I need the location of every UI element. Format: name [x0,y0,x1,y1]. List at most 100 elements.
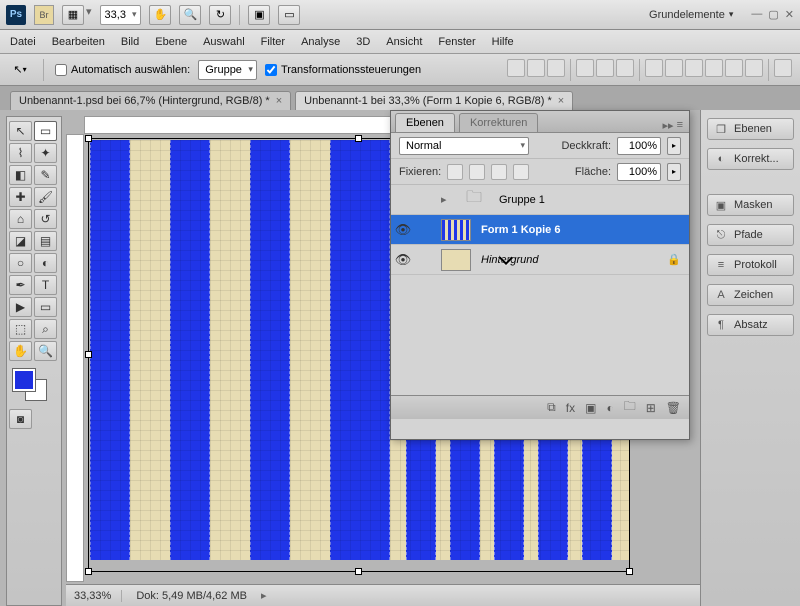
lock-transparency-icon[interactable] [447,164,463,180]
align-top-icon[interactable] [507,59,525,77]
menu-ebene[interactable]: Ebene [155,36,187,48]
tab-ebenen[interactable]: Ebenen [395,113,455,132]
mask-icon[interactable]: ▣ [585,401,596,415]
menu-bild[interactable]: Bild [121,36,139,48]
dock-absatz[interactable]: ¶Absatz [707,314,794,336]
align-right-icon[interactable] [616,59,634,77]
marquee-tool[interactable]: ▭ [34,121,57,141]
lock-position-icon[interactable] [491,164,507,180]
workspace-switcher[interactable]: Grundelemente▾ [649,9,733,21]
eraser-tool[interactable]: ◪ [9,231,32,251]
document-tab-1[interactable]: Unbenannt-1.psd bei 66,7% (Hintergrund, … [10,91,291,110]
type-tool[interactable]: T [34,275,57,295]
dock-ebenen[interactable]: ❐Ebenen [707,118,794,140]
arrange-docs-icon[interactable]: ▣ [248,5,270,25]
zoom-level-select[interactable]: 33,3▾ [100,5,142,25]
align-bottom-icon[interactable] [547,59,565,77]
distribute-right-icon[interactable] [745,59,763,77]
dock-pfade[interactable]: ⎋Pfade [707,224,794,246]
layer-thumbnail[interactable] [441,249,471,271]
close-icon[interactable]: × [276,95,282,107]
move-tool[interactable]: ↖ [9,121,32,141]
tab-korrekturen[interactable]: Korrekturen [459,113,538,132]
hand-tool-icon[interactable]: ✋ [149,5,171,25]
zoom-tool-icon[interactable]: 🔍 [179,5,201,25]
gradient-tool[interactable]: ▤ [34,231,57,251]
eyedropper-tool[interactable]: ✎ [34,165,57,185]
visibility-icon[interactable]: 👁 [391,222,415,238]
hand-tool[interactable]: ✋ [9,341,32,361]
view-extras-icon[interactable]: ▦ [62,5,84,25]
dock-protokoll[interactable]: ≡Protokoll [707,254,794,276]
menu-fenster[interactable]: Fenster [438,36,475,48]
blur-tool[interactable]: ○ [9,253,32,273]
zoom-tool[interactable]: 🔍 [34,341,57,361]
lasso-tool[interactable]: ⌇ [9,143,32,163]
distribute-hcenter-icon[interactable] [725,59,743,77]
distribute-top-icon[interactable] [645,59,663,77]
expand-icon[interactable]: ▸ [441,193,453,206]
menu-bearbeiten[interactable]: Bearbeiten [52,36,105,48]
close-button[interactable]: ✕ [785,8,794,21]
link-layers-icon[interactable]: ⧉ [547,400,556,415]
align-vcenter-icon[interactable] [527,59,545,77]
auto-select-dropdown[interactable]: Gruppe [198,60,257,80]
new-layer-icon[interactable]: ⊞ [646,401,656,415]
layers-panel[interactable]: Ebenen Korrekturen ▸▸≡ Normal Deckkraft:… [390,110,690,440]
brush-tool[interactable]: 🖌 [34,187,57,207]
path-select-tool[interactable]: ▶ [9,297,32,317]
menu-filter[interactable]: Filter [261,36,285,48]
rotate-view-icon[interactable]: ↻ [209,5,231,25]
foreground-color-swatch[interactable] [13,369,35,391]
menu-analyse[interactable]: Analyse [301,36,340,48]
transform-controls-checkbox[interactable]: Transformationssteuerungen [265,64,421,76]
stamp-tool[interactable]: ⌂ [9,209,32,229]
pen-tool[interactable]: ✒ [9,275,32,295]
fill-arrow-icon[interactable]: ▸ [667,163,681,181]
quickmask-tool[interactable]: ◙ [9,409,32,429]
opacity-input[interactable]: 100% [617,137,661,155]
layer-form1kopie6[interactable]: 👁 Form 1 Kopie 6 [391,215,689,245]
menu-3d[interactable]: 3D [356,36,370,48]
layer-group[interactable]: ▸ 🗀 Gruppe 1 [391,185,689,215]
history-brush-tool[interactable]: ↺ [34,209,57,229]
panel-menu-icon[interactable]: ≡ [677,119,683,132]
menu-auswahl[interactable]: Auswahl [203,36,245,48]
document-tab-2[interactable]: Unbenannt-1 bei 33,3% (Form 1 Kopie 6, R… [295,91,573,110]
fill-input[interactable]: 100% [617,163,661,181]
maximize-button[interactable]: ▢ [768,8,778,21]
dock-masken[interactable]: ▣Masken [707,194,794,216]
auto-align-icon[interactable] [774,59,792,77]
new-group-icon[interactable]: 🗀 [624,397,636,418]
fx-icon[interactable]: fx [566,401,575,415]
3d-tool[interactable]: ⬚ [9,319,32,339]
camera-tool[interactable]: ⌕ [34,319,57,339]
distribute-bottom-icon[interactable] [685,59,703,77]
delete-layer-icon[interactable]: 🗑 [666,401,681,415]
layer-thumbnail[interactable] [441,219,471,241]
panel-collapse-icon[interactable]: ▸▸ [663,119,674,132]
heal-tool[interactable]: ✚ [9,187,32,207]
visibility-icon[interactable]: 👁 [391,252,415,268]
shape-tool[interactable]: ▭ [34,297,57,317]
wand-tool[interactable]: ✦ [34,143,57,163]
opacity-arrow-icon[interactable]: ▸ [667,137,681,155]
lock-all-icon[interactable] [513,164,529,180]
lock-pixels-icon[interactable] [469,164,485,180]
align-left-icon[interactable] [576,59,594,77]
adjustment-icon[interactable]: ◐ [606,401,613,415]
move-tool-indicator[interactable]: ↖▾ [8,60,32,80]
align-hcenter-icon[interactable] [596,59,614,77]
color-swatches[interactable] [9,369,59,405]
dock-korrekturen[interactable]: ◐Korrekt... [707,148,794,170]
screen-mode-icon[interactable]: ▭ [278,5,300,25]
minimize-button[interactable]: — [751,8,762,21]
auto-select-checkbox[interactable]: Automatisch auswählen: [55,64,190,76]
layer-hintergrund[interactable]: 👁 Hintergrund 🔒 [391,245,689,275]
dodge-tool[interactable]: ◐ [34,253,57,273]
crop-tool[interactable]: ◧ [9,165,32,185]
distribute-left-icon[interactable] [705,59,723,77]
close-icon[interactable]: × [558,95,564,107]
dock-zeichen[interactable]: AZeichen [707,284,794,306]
blend-mode-dropdown[interactable]: Normal [399,137,529,155]
